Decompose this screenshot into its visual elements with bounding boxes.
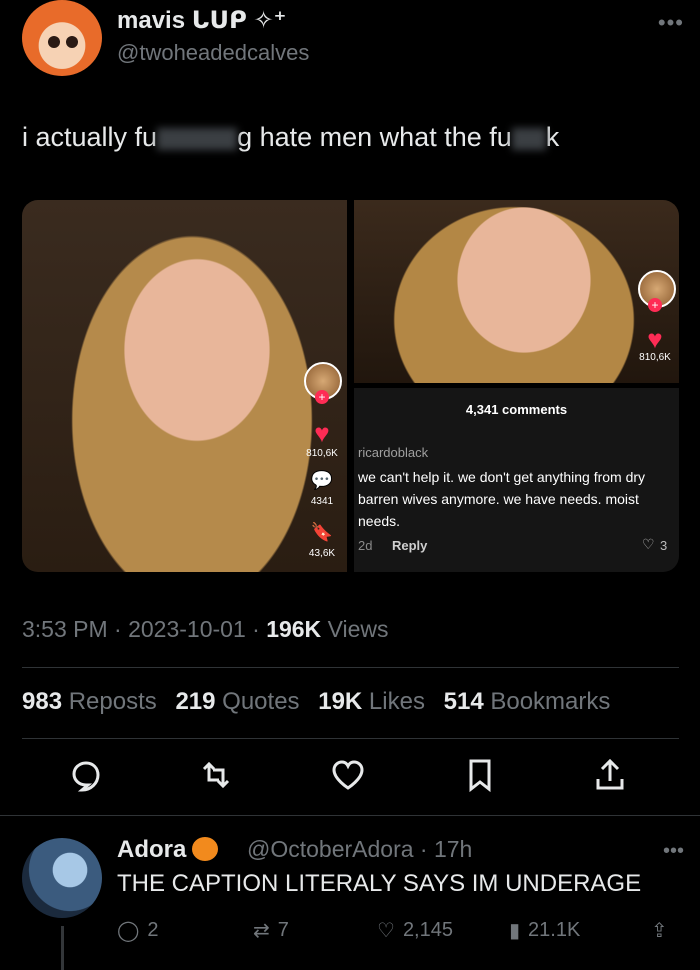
tweet-text: i actually fu g hate men what the fu k [22,122,559,153]
reply-text: THE CAPTION LITERALY SAYS IM UNDERAGE [117,870,642,897]
bookmarks-count[interactable]: 514 [444,688,484,715]
like-heart-icon[interactable] [328,755,368,795]
comment-reply-link: Reply [392,538,428,553]
reply-reply-button[interactable]: ◯ 2 [117,918,159,943]
reply-icon[interactable] [66,755,106,795]
reply-share-button[interactable]: ⇪ [651,918,668,943]
timestamp-text: 3:53 PM · 2023-10-01 · [22,616,267,642]
reply-replies-count: 2 [147,919,159,941]
views-count: 196K [266,616,322,642]
reply-author-avatar[interactable] [22,838,102,918]
comment-age: 2d [358,538,373,553]
reply-like-button[interactable]: ♡ 2,145 [377,918,453,943]
tweet-action-bar [0,755,700,803]
media-photo-right[interactable]: + ♥ 810,6K [354,200,679,383]
reply-more-options-icon[interactable]: ••• [663,840,684,863]
author-avatar[interactable] [22,0,102,76]
saves-count: 43,6K [308,548,336,559]
divider [22,667,679,668]
reply-action-bar: ◯ 2 ⇄ 7 ♡ 2,145 ▮ 21.1K ⇪ [117,918,687,952]
comment-username: ricardoblack [358,445,429,460]
reply-handle-time[interactable]: @OctoberAdora · 17h [247,836,472,863]
bookmarks-label[interactable]: Bookmarks [490,688,610,715]
tweet-media[interactable]: + ♥ 810,6K 💬 4341 🔖 43,6K + ♥ 810,6K 4,3… [22,200,679,572]
divider [22,738,679,739]
comments-count: 4341 [310,496,334,507]
divider [0,815,700,816]
tweet-text-part3: k [545,122,560,152]
reply-repost-button[interactable]: ⇄ 7 [253,918,289,943]
reposts-count[interactable]: 983 [22,688,62,715]
avatar-eye [66,36,78,48]
follow-plus-icon: + [648,298,662,312]
media-photo-left[interactable]: + ♥ 810,6K 💬 4341 🔖 43,6K [22,200,347,572]
reply-icon: ◯ [117,920,140,942]
comment-heart-icon: ♡ [642,536,655,552]
reply-views-button[interactable]: ▮ 21.1K [509,918,580,943]
author-display-name[interactable]: mavis ᒐᑌᑭ ✧⁺ [117,6,286,35]
share-icon: ⇪ [651,920,668,942]
reposts-label[interactable]: Reposts [69,688,157,715]
like-heart-icon: ♡ [377,920,395,942]
quotes-label[interactable]: Quotes [222,688,299,715]
engagement-stats: 983 Reposts 219 Quotes 19K Likes 514 Boo… [22,688,610,716]
likes-count-stat[interactable]: 19K [318,688,362,715]
comment-icon: 💬 [310,470,334,490]
reply-views-count: 21.1K [528,919,581,941]
more-options-icon[interactable]: ••• [658,10,684,36]
reply-author-name-text: Adora [117,836,187,863]
reply-reposts-count: 7 [277,919,289,941]
censor-blur [157,127,238,150]
tweet-text-part2: g hate men what the fu [237,122,512,152]
pumpkin-icon [192,837,219,861]
repost-icon[interactable] [196,755,236,795]
tweet-text-part1: i actually fu [22,122,158,152]
heart-icon: ♥ [647,324,663,354]
bookmark-icon: 🔖 [310,522,334,542]
likes-count: 810,6K [639,352,671,363]
comments-header: 4,341 comments [465,402,568,417]
censor-blur [511,127,546,150]
tweet-timestamp[interactable]: 3:53 PM · 2023-10-01 · 196K Views [22,616,389,643]
avatar-eye [48,36,60,48]
reply-likes-count: 2,145 [402,919,453,941]
views-label: Views [327,616,389,642]
reply-author-name[interactable]: Adora [117,836,219,864]
likes-label[interactable]: Likes [369,688,425,715]
comment-text: we can't help it. we don't get anything … [358,469,646,529]
views-bar-chart-icon: ▮ [509,920,521,942]
comment-likes: 3 [660,538,668,553]
bookmark-icon[interactable] [460,755,500,795]
quotes-count[interactable]: 219 [175,688,215,715]
likes-count: 810,6K [306,448,338,459]
heart-icon: ♥ [314,418,330,448]
tiktok-comment-panel: 4,341 comments ricardoblack we can't hel… [354,388,679,572]
follow-plus-icon: + [315,390,329,404]
author-handle[interactable]: @twoheadedcalves [117,40,309,66]
repost-icon: ⇄ [253,920,270,942]
thread-line [61,926,64,970]
share-icon[interactable] [590,755,630,795]
